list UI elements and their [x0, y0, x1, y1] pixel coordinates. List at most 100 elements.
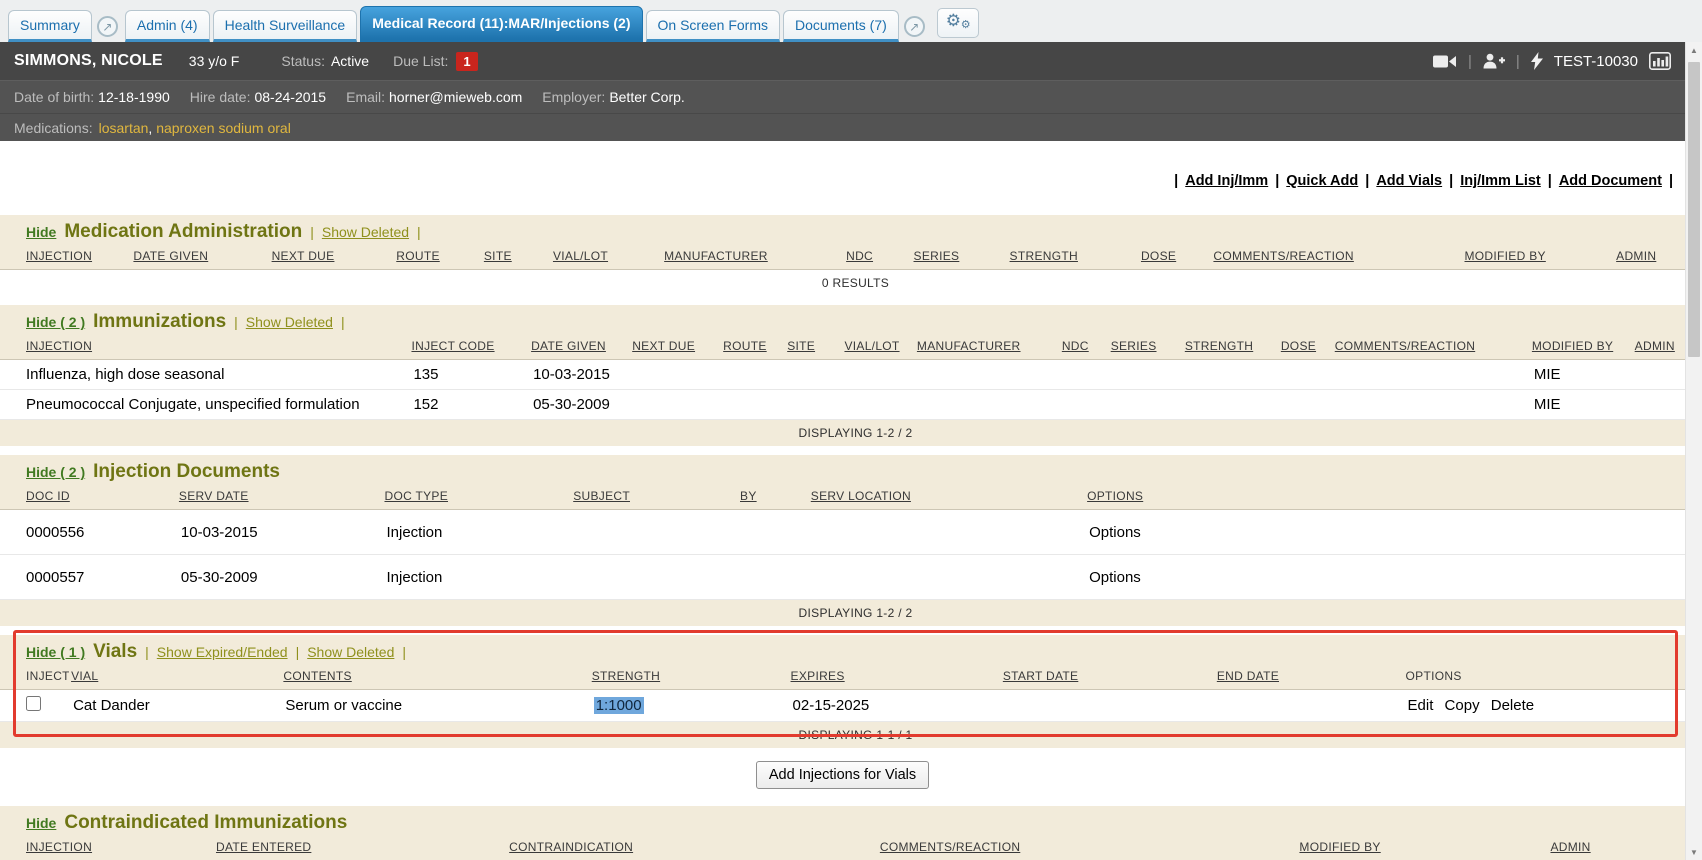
show-deleted-link[interactable]: Show Deleted — [307, 644, 394, 660]
column-header-date-given[interactable]: DATE GIVEN — [131, 246, 269, 270]
medication-link-naproxen-sodium-oral[interactable]: naproxen sodium oral — [156, 120, 291, 136]
column-header-series[interactable]: SERIES — [912, 246, 1008, 270]
scrollbar-up-arrow[interactable]: ▲ — [1686, 42, 1702, 58]
hide-link[interactable]: Hide ( 1 ) — [26, 644, 85, 660]
column-header-serv-location[interactable]: SERV LOCATION — [809, 486, 1085, 510]
employer-value: Better Corp. — [609, 89, 684, 105]
options-link[interactable]: Options — [1089, 524, 1141, 541]
due-list-badge[interactable]: 1 — [456, 52, 477, 71]
column-header-ndc[interactable]: NDC — [844, 246, 911, 270]
column-header-subject[interactable]: SUBJECT — [571, 486, 738, 510]
tab-on-screen-forms[interactable]: On Screen Forms — [646, 10, 780, 42]
table-cell — [1183, 390, 1279, 420]
row-select-checkbox[interactable] — [26, 696, 41, 711]
edit-copy-delete-link[interactable]: Edit Copy Delete — [1408, 697, 1535, 714]
column-header-comments-reaction[interactable]: COMMENTS/REACTION — [878, 837, 1298, 860]
popout-icon[interactable]: ↗ — [904, 16, 925, 37]
column-header-ndc[interactable]: NDC — [1060, 336, 1109, 360]
tab-documents-7[interactable]: Documents (7) — [783, 10, 899, 42]
column-header-vial-lot[interactable]: VIAL/LOT — [551, 246, 662, 270]
popout-icon[interactable]: ↗ — [97, 16, 118, 37]
column-header-modified-by[interactable]: MODIFIED BY — [1463, 246, 1615, 270]
hide-link[interactable]: Hide ( 2 ) — [26, 314, 85, 330]
column-header-admin[interactable]: ADMIN — [1633, 336, 1685, 360]
table-cell — [0, 690, 69, 722]
quick-add-link[interactable]: Quick Add — [1286, 173, 1358, 189]
column-header-route[interactable]: ROUTE — [394, 246, 482, 270]
column-header-options[interactable]: OPTIONS — [1085, 486, 1685, 510]
add-document-link[interactable]: Add Document — [1559, 173, 1662, 189]
settings-tab[interactable]: ⚙⚙ — [937, 8, 979, 38]
hide-link[interactable]: Hide — [26, 224, 56, 240]
add-vials-link[interactable]: Add Vials — [1376, 173, 1442, 189]
column-header-strength[interactable]: STRENGTH — [590, 666, 789, 690]
column-header-next-due[interactable]: NEXT DUE — [630, 336, 721, 360]
column-header-vial-lot[interactable]: VIAL/LOT — [842, 336, 914, 360]
column-header-series[interactable]: SERIES — [1109, 336, 1183, 360]
tab-medical-record-11-mar-injections-2[interactable]: Medical Record (11):MAR/Injections (2) — [360, 6, 642, 42]
column-header-dose[interactable]: DOSE — [1279, 336, 1333, 360]
column-header-injection[interactable]: INJECTION — [0, 336, 409, 360]
column-header-manufacturer[interactable]: MANUFACTURER — [915, 336, 1060, 360]
column-header-expires[interactable]: EXPIRES — [789, 666, 1001, 690]
video-camera-icon[interactable] — [1433, 54, 1457, 69]
column-header-site[interactable]: SITE — [785, 336, 842, 360]
table-cell — [842, 360, 914, 390]
column-header-dose[interactable]: DOSE — [1139, 246, 1211, 270]
table-row: Cat DanderSerum or vaccine1:100002-15-20… — [0, 690, 1685, 722]
email-value: horner@mieweb.com — [389, 89, 522, 105]
content-area: SIMMONS, NICOLE 33 y/o F Status: Active … — [0, 42, 1685, 860]
medication-link-losartan[interactable]: losartan — [99, 120, 149, 136]
column-header-start-date[interactable]: START DATE — [1001, 666, 1215, 690]
lightning-bolt-icon[interactable] — [1531, 52, 1543, 70]
table-cell: 10-03-2015 — [177, 510, 383, 555]
column-header-admin[interactable]: ADMIN — [1548, 837, 1685, 860]
column-header-contents[interactable]: CONTENTS — [281, 666, 589, 690]
column-header-end-date[interactable]: END DATE — [1215, 666, 1404, 690]
show-expired-ended-link[interactable]: Show Expired/Ended — [157, 644, 288, 660]
scrollbar-down-arrow[interactable]: ▼ — [1686, 844, 1702, 860]
table-cell — [571, 555, 738, 600]
column-header-date-entered[interactable]: DATE ENTERED — [214, 837, 507, 860]
show-deleted-link[interactable]: Show Deleted — [246, 314, 333, 330]
column-header-manufacturer[interactable]: MANUFACTURER — [662, 246, 844, 270]
column-header-site[interactable]: SITE — [482, 246, 551, 270]
column-header-vial[interactable]: VIAL — [69, 666, 281, 690]
column-header-doc-type[interactable]: DOC TYPE — [382, 486, 571, 510]
hide-link[interactable]: Hide ( 2 ) — [26, 464, 85, 480]
scrollbar[interactable]: ▲ ▼ — [1685, 42, 1702, 860]
inj-imm-list-link[interactable]: Inj/Imm List — [1460, 173, 1541, 189]
hide-link[interactable]: Hide — [26, 815, 56, 831]
column-header-by[interactable]: BY — [738, 486, 809, 510]
column-header-comments-reaction[interactable]: COMMENTS/REACTION — [1333, 336, 1530, 360]
column-header-modified-by[interactable]: MODIFIED BY — [1297, 837, 1548, 860]
column-header-strength[interactable]: STRENGTH — [1183, 336, 1279, 360]
column-header-injection[interactable]: INJECTION — [0, 837, 214, 860]
column-header-admin[interactable]: ADMIN — [1614, 246, 1685, 270]
bar-chart-icon[interactable] — [1649, 52, 1671, 70]
add-inj-imm-link[interactable]: Add Inj/Imm — [1185, 173, 1268, 189]
column-header-injection[interactable]: INJECTION — [0, 246, 131, 270]
show-deleted-link[interactable]: Show Deleted — [322, 224, 409, 240]
results-count: DISPLAYING 1-2 / 2 — [0, 420, 1685, 447]
column-header-strength[interactable]: STRENGTH — [1008, 246, 1139, 270]
tab-health-surveillance[interactable]: Health Surveillance — [213, 10, 358, 42]
column-header-serv-date[interactable]: SERV DATE — [177, 486, 383, 510]
column-header-contraindication[interactable]: CONTRAINDICATION — [507, 837, 878, 860]
options-link[interactable]: Options — [1089, 569, 1141, 586]
column-header-inject-code[interactable]: INJECT CODE — [409, 336, 529, 360]
column-header-modified-by[interactable]: MODIFIED BY — [1530, 336, 1633, 360]
tab-admin-4[interactable]: Admin (4) — [125, 10, 210, 42]
button-bar: Add Injections for Vials — [0, 761, 1685, 789]
column-header-doc-id[interactable]: DOC ID — [0, 486, 177, 510]
scrollbar-thumb[interactable] — [1688, 62, 1700, 357]
column-header-route[interactable]: ROUTE — [721, 336, 785, 360]
add-injections-for-vials-button[interactable]: Add Injections for Vials — [756, 761, 929, 789]
column-header-next-due[interactable]: NEXT DUE — [270, 246, 395, 270]
table-cell — [630, 360, 721, 390]
add-user-icon[interactable] — [1483, 53, 1505, 69]
column-header-comments-reaction[interactable]: COMMENTS/REACTION — [1211, 246, 1462, 270]
table-cell: Injection — [382, 555, 571, 600]
column-header-date-given[interactable]: DATE GIVEN — [529, 336, 630, 360]
tab-summary[interactable]: Summary — [8, 10, 92, 42]
